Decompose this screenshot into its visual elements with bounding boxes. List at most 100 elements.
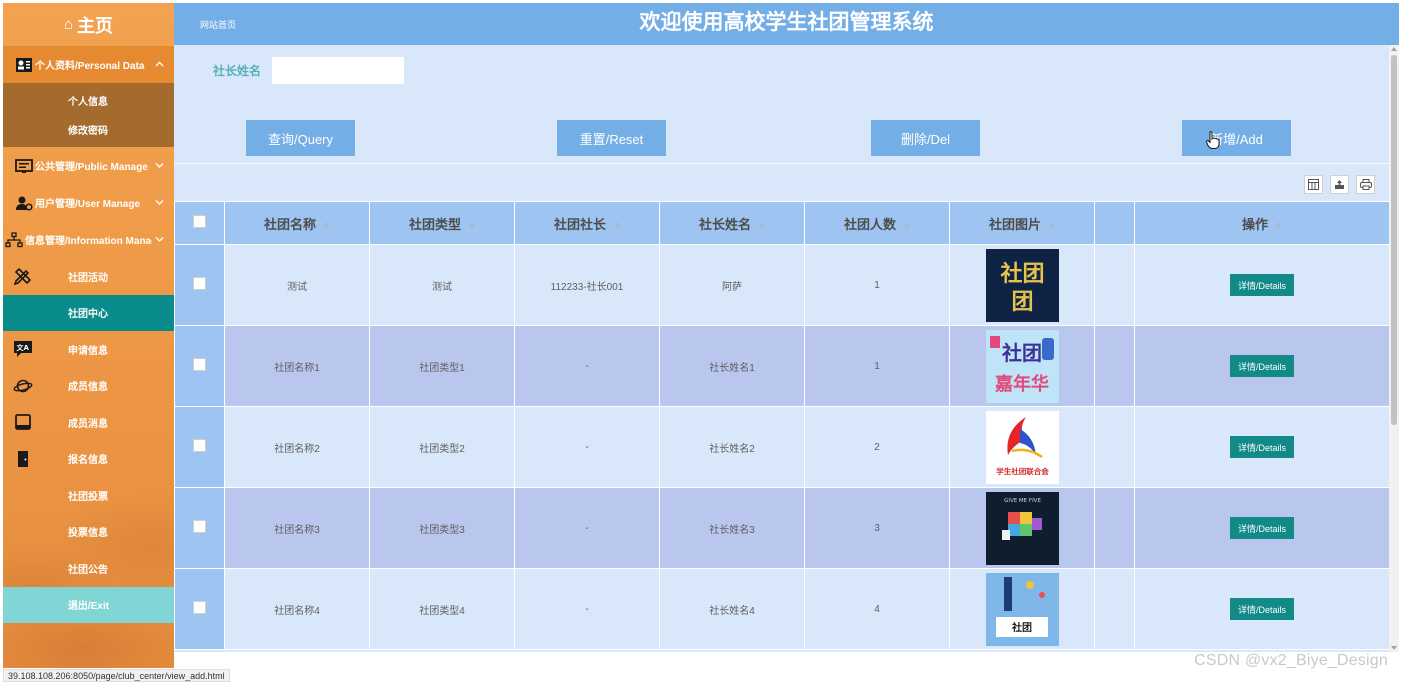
club-image[interactable]: GIVE ME FIVE [985, 491, 1059, 565]
col-member-count[interactable]: 社团人数 [804, 201, 950, 245]
chevron-down-icon [152, 234, 166, 245]
header-label: 社团图片 [988, 216, 1041, 232]
cell-club-name: 测试 [224, 244, 370, 326]
sitemap-icon [5, 231, 23, 249]
sidebar-group-user-manage[interactable]: 用户管理/User Manage [3, 184, 174, 221]
club-image[interactable]: 社团 嘉年华 [985, 329, 1059, 403]
print-icon[interactable] [1356, 175, 1375, 194]
sidebar-item-club-notice[interactable]: 社团公告 [3, 550, 174, 587]
club-image[interactable]: 社团 [985, 572, 1059, 646]
sidebar: ⌂ 主页 个人资料/Personal Data 个人信息 修改密码 公共管理/P… [3, 3, 174, 668]
add-button[interactable]: 新增/Add [1182, 120, 1291, 156]
export-icon[interactable] [1330, 175, 1349, 194]
chevron-down-icon [152, 160, 166, 171]
table-row[interactable]: 社团名称2 社团类型2 - 社长姓名2 2 学生社团联合会 详情/Details [174, 406, 1389, 488]
sort-icon [904, 221, 910, 229]
sidebar-item-signup[interactable]: 报名信息 [3, 441, 174, 478]
page-title: 欢迎使用高校学生社团管理系统 [639, 11, 934, 34]
sidebar-item-vote-info[interactable]: 投票信息 [3, 514, 174, 551]
row-checkbox[interactable] [193, 439, 206, 452]
cell-club-leader: - [514, 325, 660, 407]
leader-name-search-input[interactable] [272, 57, 405, 84]
col-club-image[interactable]: 社团图片 [949, 201, 1095, 245]
book-icon [13, 412, 33, 432]
header-label: 社团类型 [408, 216, 461, 232]
door-icon [13, 449, 33, 469]
col-club-name[interactable]: 社团名称 [224, 201, 370, 245]
home-icon: ⌂ [63, 16, 74, 33]
col-club-leader[interactable]: 社团社长 [514, 201, 660, 245]
cell-club-image: 社团 嘉年华 [949, 325, 1095, 407]
cell-member-count: 2 [804, 406, 950, 488]
club-image[interactable]: 学生社团联合会 [985, 410, 1059, 484]
cell-club-name: 社团名称3 [224, 487, 370, 569]
columns-icon[interactable] [1304, 175, 1323, 194]
scroll-up-arrow-icon[interactable] [1391, 47, 1397, 51]
sidebar-group-personal-data[interactable]: 个人资料/Personal Data [3, 46, 174, 83]
cell-club-leader: 112233-社长001 [514, 244, 660, 326]
col-empty [1094, 201, 1135, 245]
reset-button[interactable]: 重置/Reset [557, 120, 666, 156]
sidebar-item-exit[interactable]: 退出/Exit [3, 586, 174, 623]
translate-chat-icon: 文A [13, 339, 33, 359]
cell-club-name: 社团名称4 [224, 568, 370, 650]
col-leader-name[interactable]: 社长姓名 [659, 201, 805, 245]
sidebar-subitem-change-password[interactable]: 修改密码 [3, 115, 174, 144]
cell-empty [1094, 487, 1135, 569]
row-checkbox[interactable] [193, 601, 206, 614]
cell-club-type: 测试 [369, 244, 515, 326]
sidebar-group-public-manage[interactable]: 公共管理/Public Manage [3, 147, 174, 184]
cell-leader-name: 社长姓名4 [659, 568, 805, 650]
col-club-type[interactable]: 社团类型 [369, 201, 515, 245]
club-image[interactable]: 社团 团 [985, 248, 1059, 322]
sidebar-item-label: 成员消息 [68, 418, 108, 430]
details-button[interactable]: 详情/Details [1230, 517, 1294, 539]
sidebar-item-members[interactable]: 成员信息 [3, 368, 174, 405]
details-button[interactable]: 详情/Details [1230, 274, 1294, 296]
sidebar-item-label: 社团活动 [68, 272, 108, 284]
scroll-down-arrow-icon[interactable] [1391, 646, 1397, 650]
sidebar-group-information-manage[interactable]: 信息管理/Information Manage [3, 221, 174, 258]
table-row[interactable]: 测试 测试 112233-社长001 阿萨 1 社团 团 详情/Details [174, 244, 1389, 326]
col-actions[interactable]: 操作 [1134, 201, 1389, 245]
monitor-icon [15, 157, 33, 175]
sort-icon [469, 221, 475, 229]
details-button[interactable]: 详情/Details [1230, 436, 1294, 458]
row-select-cell [174, 244, 225, 326]
cell-leader-name: 阿萨 [659, 244, 805, 326]
sidebar-item-applications[interactable]: 文A 申请信息 [3, 331, 174, 368]
select-all-checkbox[interactable] [193, 215, 206, 228]
cell-member-count: 1 [804, 244, 950, 326]
sort-icon [1276, 221, 1282, 229]
sidebar-item-club-center[interactable]: 社团中心 [3, 294, 174, 331]
cell-club-image: 学生社团联合会 [949, 406, 1095, 488]
details-button[interactable]: 详情/Details [1230, 598, 1294, 620]
site-home-link[interactable]: 网站首页 [200, 18, 236, 31]
sort-icon [614, 221, 620, 229]
table-row[interactable]: 社团名称1 社团类型1 - 社长姓名1 1 社团 嘉年华 详情/Details [174, 325, 1389, 407]
hand-cursor-icon [1206, 131, 1220, 149]
sidebar-subitem-personal-info[interactable]: 个人信息 [3, 86, 174, 115]
table-row[interactable]: 社团名称4 社团类型4 - 社长姓名4 4 社团 详情/Details [174, 568, 1389, 650]
sidebar-home[interactable]: ⌂ 主页 [3, 3, 174, 46]
sidebar-item-club-activity[interactable]: 社团活动 [3, 258, 174, 295]
query-button[interactable]: 查询/Query [246, 120, 355, 156]
club-table: 社团名称 社团类型 社团社长 社长姓名 社团人数 社团图片 操作 测试 测试 1… [174, 201, 1389, 650]
row-checkbox[interactable] [193, 277, 206, 290]
section-divider [174, 163, 1389, 164]
sidebar-item-label: 投票信息 [68, 528, 108, 540]
scrollbar-thumb[interactable] [1391, 55, 1397, 425]
sidebar-item-label: 申请信息 [68, 345, 108, 357]
table-toolbar [1304, 175, 1375, 194]
sidebar-item-member-messages[interactable]: 成员消息 [3, 404, 174, 441]
table-row[interactable]: 社团名称3 社团类型3 - 社长姓名3 3 GIVE ME FIVE 详情/De… [174, 487, 1389, 569]
details-button[interactable]: 详情/Details [1230, 355, 1294, 377]
cell-empty [1094, 325, 1135, 407]
delete-button[interactable]: 删除/Del [871, 120, 980, 156]
row-checkbox[interactable] [193, 358, 206, 371]
vertical-scrollbar[interactable] [1389, 45, 1399, 652]
sidebar-item-club-vote[interactable]: 社团投票 [3, 477, 174, 514]
svg-text:社团: 社团 [1000, 261, 1044, 287]
row-checkbox[interactable] [193, 520, 206, 533]
cell-member-count: 4 [804, 568, 950, 650]
